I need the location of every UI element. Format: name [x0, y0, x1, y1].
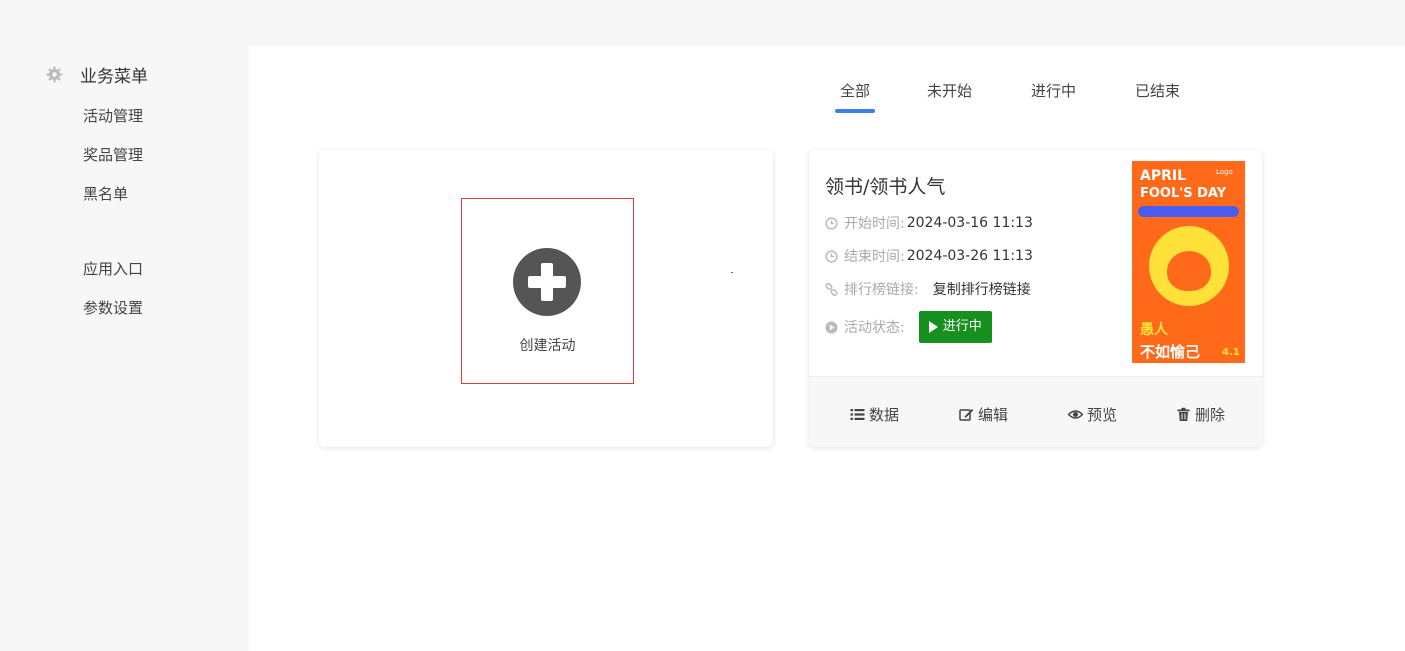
delete-button-label: 删除 [1195, 406, 1226, 424]
tab-not-started[interactable]: 未开始 [927, 80, 972, 101]
sidebar: 业务菜单 活动管理 奖品管理 黑名单 应用入口 参数设置 [0, 46, 249, 651]
ranking-link-row: 排行榜链接: 复制排行榜链接 [825, 279, 1031, 299]
play-circle-icon [825, 320, 838, 334]
poster-bottom-left: 愚人 [1140, 322, 1168, 338]
poster-line2: FOOL'S DAY [1140, 186, 1227, 201]
sidebar-title: 业务菜单 [80, 67, 148, 87]
tab-in-progress[interactable]: 进行中 [1031, 80, 1076, 101]
sidebar-item-app-entry[interactable]: 应用入口 [83, 258, 143, 279]
edit-icon [959, 409, 974, 421]
start-time-label: 开始时间: [844, 216, 905, 232]
preview-button[interactable]: 预览 [1068, 404, 1117, 425]
data-button-label: 数据 [869, 406, 900, 424]
sidebar-item-prize-management[interactable]: 奖品管理 [83, 144, 143, 165]
status-value: 进行中 [942, 319, 982, 334]
list-icon [850, 409, 865, 420]
active-tab-indicator [835, 109, 876, 113]
trash-icon [1177, 407, 1190, 421]
activity-actions: 数据 编辑 预览 删除 [809, 376, 1262, 447]
activity-poster: APRIL Logo FOOL'S DAY 愚人 不如愉己 4.1 [1132, 161, 1245, 363]
sidebar-item-parameter-settings[interactable]: 参数设置 [83, 297, 143, 318]
preview-button-label: 预览 [1087, 406, 1118, 424]
tab-not-started-label: 未开始 [927, 82, 973, 100]
status-badge[interactable]: 进行中 [918, 311, 992, 343]
activity-title: 领书/领书人气 [825, 176, 946, 198]
sidebar-item-activity-management[interactable]: 活动管理 [83, 105, 143, 126]
tab-ended-label: 已结束 [1135, 82, 1181, 100]
create-activity-card: 创建活动 [319, 150, 773, 447]
clock-icon [825, 216, 838, 230]
poster-line1: APRIL [1140, 168, 1187, 184]
tab-all-label: 全部 [840, 82, 871, 100]
eye-icon [1068, 410, 1083, 419]
sidebar-header: 业务菜单 [46, 62, 148, 87]
poster-shape [1167, 251, 1211, 291]
status-label: 活动状态: [844, 320, 905, 336]
link-icon [825, 282, 838, 296]
edit-button[interactable]: 编辑 [959, 404, 1008, 425]
tab-in-progress-label: 进行中 [1031, 82, 1077, 100]
poster-logo: Logo [1216, 168, 1233, 176]
top-bar [0, 0, 1405, 46]
poster-bottom-big: 不如愉己 [1140, 343, 1201, 361]
activity-card: 领书/领书人气 开始时间: 2024-03-16 11:13 结束时间: 202… [809, 150, 1262, 447]
start-time-value: 2024-03-16 11:13 [906, 215, 1033, 231]
plus-circle-icon [513, 248, 581, 316]
sidebar-item-blacklist[interactable]: 黑名单 [83, 183, 128, 204]
delete-button[interactable]: 删除 [1176, 404, 1225, 425]
main-content: 全部 未开始 进行中 已结束 创建活动 领书/领书人气 开始时间: 2024-0… [249, 46, 1405, 651]
create-activity-button[interactable]: 创建活动 [461, 198, 634, 384]
ranking-link-label: 排行榜链接: [844, 282, 919, 298]
gear-icon [46, 66, 63, 83]
end-time-row: 结束时间: 2024-03-26 11:13 [825, 246, 1033, 266]
edit-button-label: 编辑 [978, 406, 1009, 424]
divider-dot [731, 272, 733, 273]
end-time-value: 2024-03-26 11:13 [906, 248, 1033, 264]
status-row: 活动状态: 进行中 [825, 311, 992, 343]
clock-icon [825, 249, 838, 263]
play-icon [928, 321, 938, 333]
data-button[interactable]: 数据 [850, 404, 899, 425]
create-activity-label: 创建活动 [519, 338, 576, 354]
tab-ended[interactable]: 已结束 [1135, 80, 1180, 101]
poster-band [1138, 206, 1239, 217]
start-time-row: 开始时间: 2024-03-16 11:13 [825, 213, 1033, 233]
copy-ranking-link[interactable]: 复制排行榜链接 [933, 279, 1031, 299]
end-time-label: 结束时间: [844, 249, 905, 265]
poster-date: 4.1 [1222, 347, 1240, 358]
tab-all[interactable]: 全部 [835, 80, 876, 113]
